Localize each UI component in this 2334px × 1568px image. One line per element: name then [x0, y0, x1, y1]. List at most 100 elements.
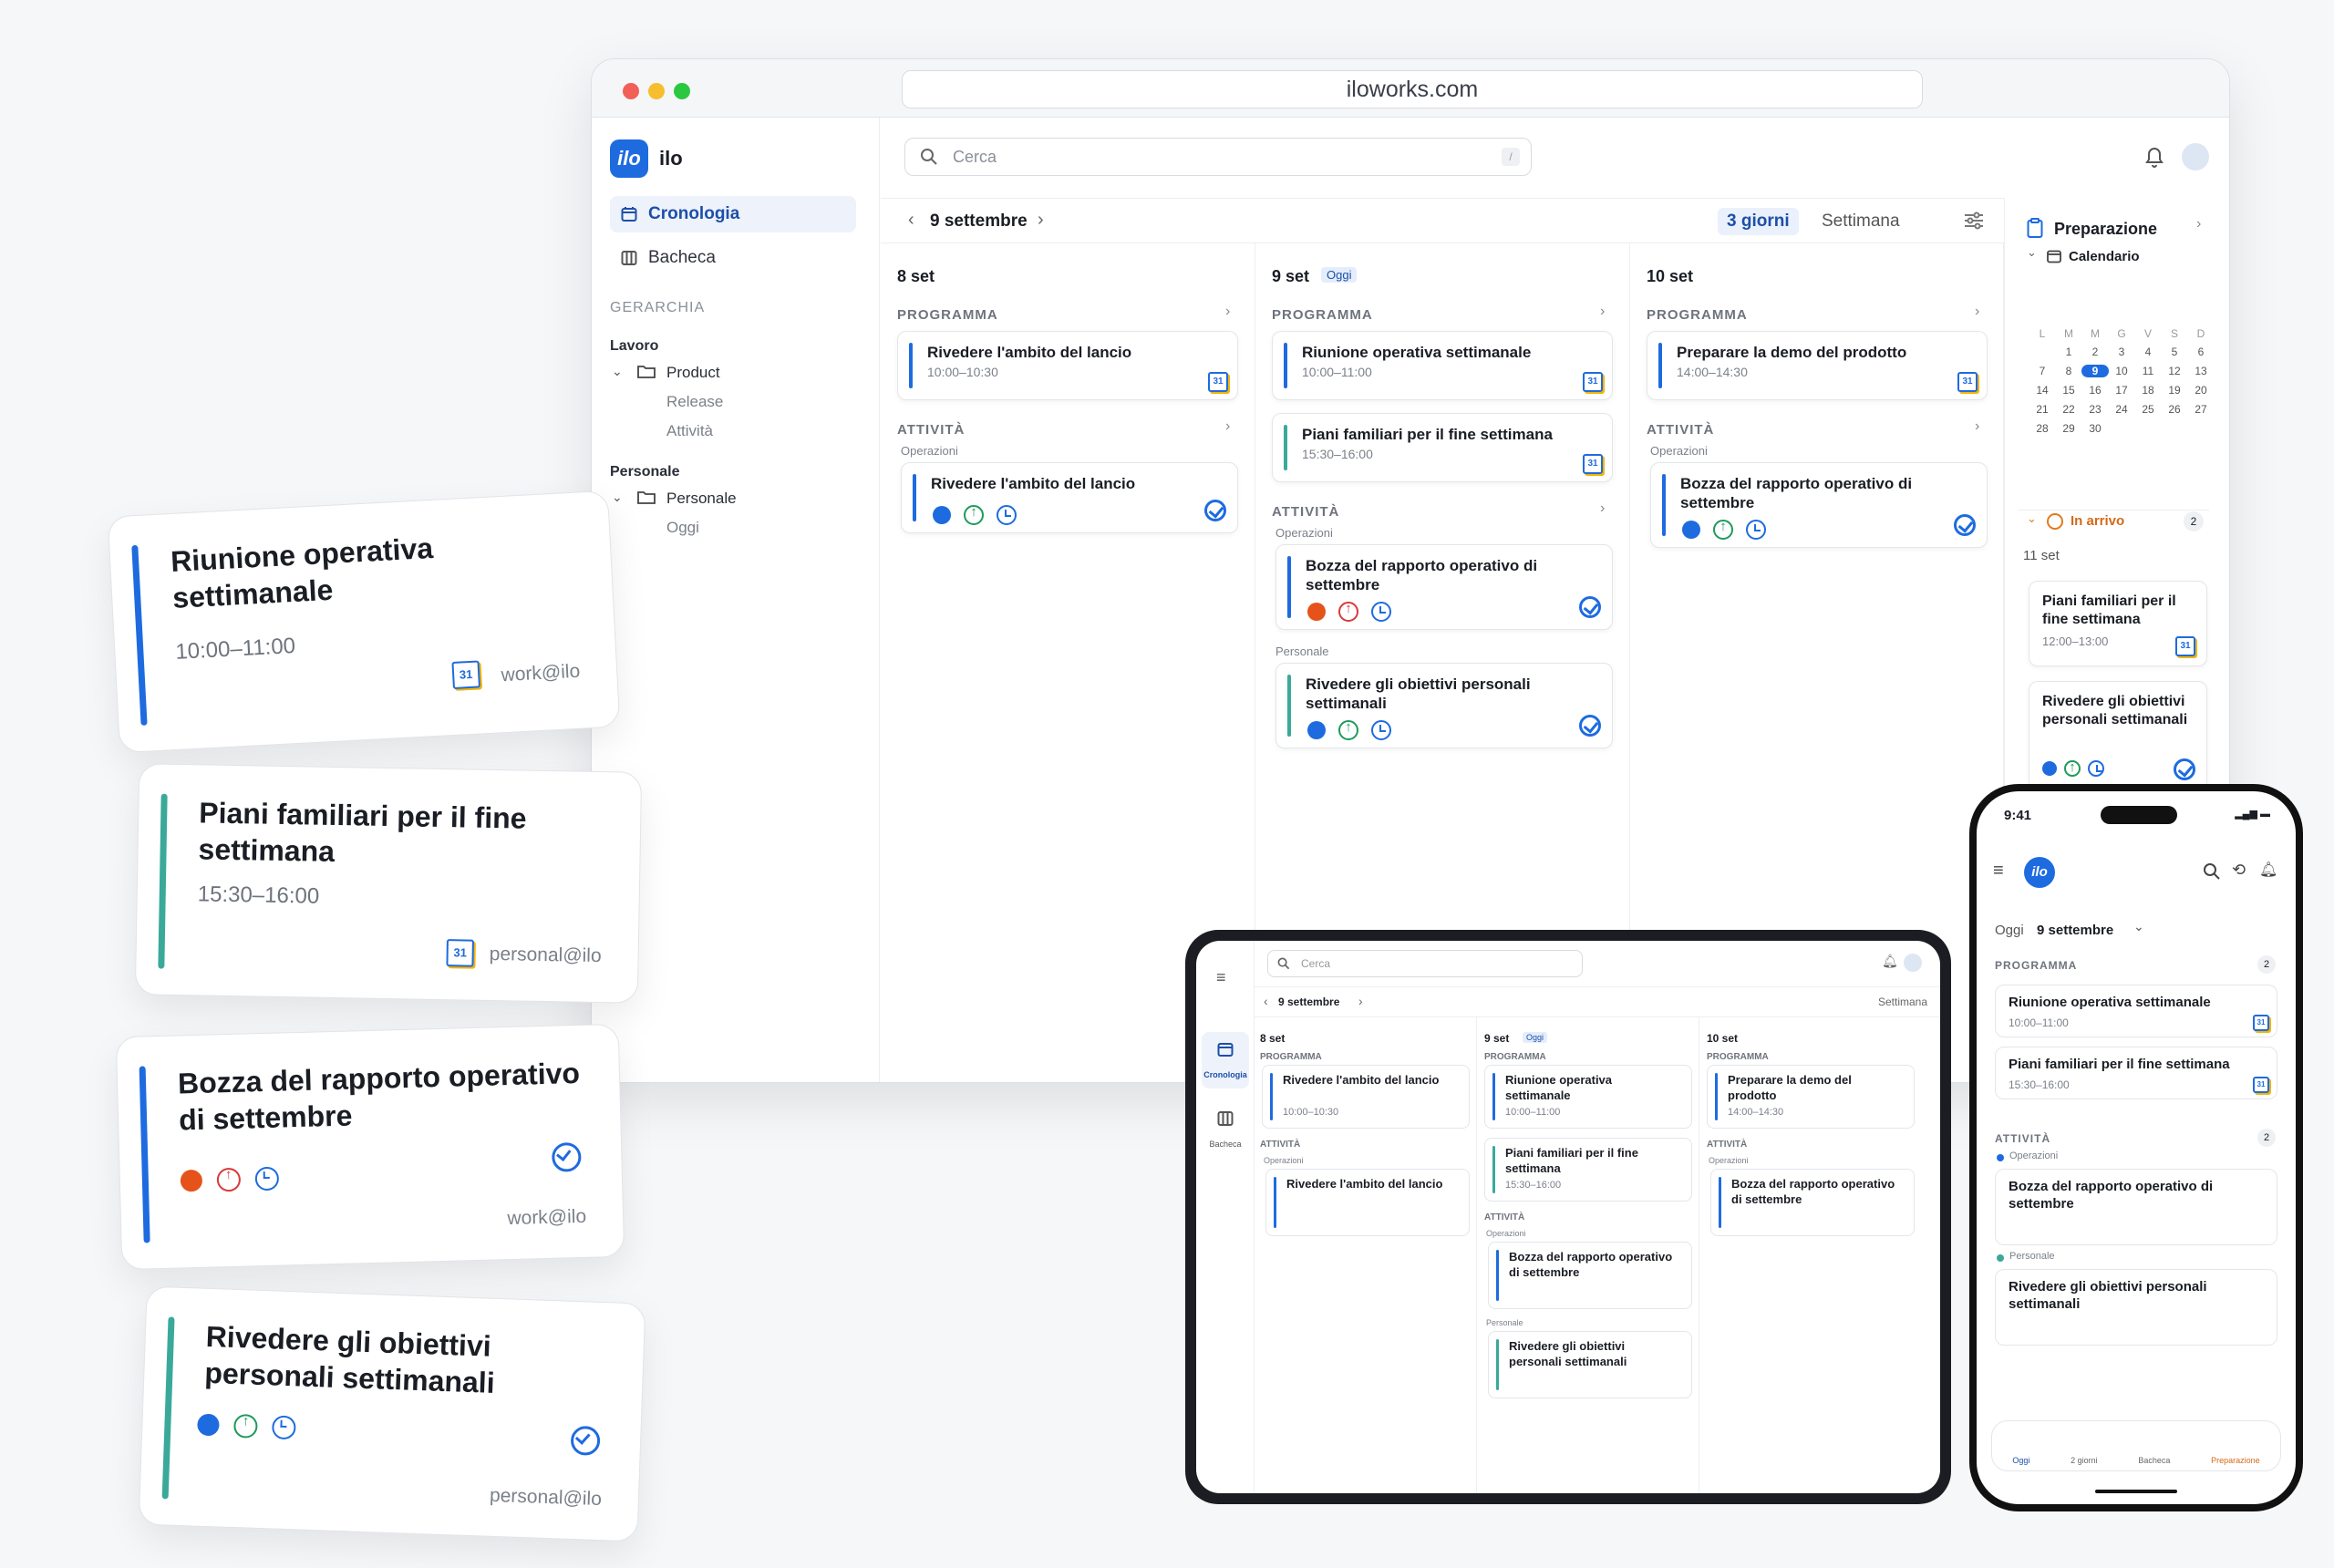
event-card[interactable]: Rivedere l'ambito del lancio 10:00–10:30 [1262, 1065, 1470, 1129]
chevron-right-icon[interactable]: › [1358, 994, 1363, 1008]
event-card[interactable]: Riunione operativa settimanale 10:00–11:… [1272, 331, 1613, 400]
calendar-day[interactable]: 10 [2108, 365, 2135, 377]
task-card[interactable]: Rivedere l'ambito del lancio [1265, 1169, 1470, 1236]
chevron-right-icon[interactable]: › [1225, 304, 1230, 320]
search-icon[interactable] [2203, 862, 2221, 881]
calendar-day[interactable]: 8 [2055, 365, 2082, 377]
priority-up-icon[interactable] [1338, 719, 1358, 740]
status-dot-icon[interactable] [1307, 603, 1326, 621]
address-bar[interactable]: iloworks.com [902, 70, 1923, 108]
calendar-day[interactable]: 27 [2187, 403, 2215, 416]
priority-up-icon[interactable] [232, 1413, 258, 1439]
calendar-day[interactable]: 20 [2187, 384, 2215, 397]
calendar-day[interactable]: 14 [2029, 384, 2056, 397]
bell-icon[interactable]: 🔔︎ [1882, 954, 1898, 969]
event-card[interactable]: Riunione operativa settimanale 10:00–11:0… [1484, 1065, 1692, 1129]
close-window-button[interactable] [623, 83, 639, 99]
calendar-day[interactable]: 9 [2081, 365, 2109, 377]
calendar-day[interactable]: 13 [2187, 365, 2215, 377]
clock-icon[interactable] [997, 505, 1017, 525]
menu-icon[interactable]: ≡ [1216, 968, 1226, 987]
current-date[interactable]: 9 settembre [2037, 923, 2113, 938]
event-card[interactable]: Piani familiari per il fine settimana 15… [1272, 413, 1613, 482]
chevron-right-icon[interactable]: › [1225, 418, 1230, 435]
priority-up-icon[interactable] [964, 504, 984, 525]
chevron-left-icon[interactable]: ‹ [908, 210, 914, 231]
chevron-right-icon[interactable]: › [1600, 500, 1605, 517]
event-card[interactable]: Rivedere l'ambito del lancio 10:00–10:30… [897, 331, 1238, 400]
task-card[interactable]: Rivedere gli obiettivi personali settima… [1275, 663, 1613, 748]
tablet-search-input[interactable]: Cerca [1267, 950, 1583, 977]
chevron-right-icon[interactable]: › [1975, 304, 1979, 320]
calendar-day[interactable]: 12 [2161, 365, 2188, 377]
calendar-day[interactable]: 4 [2134, 346, 2162, 358]
priority-up-icon[interactable] [216, 1167, 242, 1192]
chevron-down-icon[interactable]: ⌄ [612, 490, 623, 505]
calendar-day[interactable]: 28 [2029, 422, 2056, 435]
task-card[interactable]: Bozza del rapporto operativo di settembr… [1650, 462, 1988, 548]
task-card[interactable]: Bozza del rapporto operativo di settembr… [1275, 544, 1613, 630]
status-dot-icon[interactable] [1682, 521, 1700, 539]
calendar-day[interactable]: 25 [2134, 403, 2162, 416]
menu-icon[interactable]: ≡ [1993, 861, 2004, 882]
priority-up-icon[interactable] [1713, 519, 1733, 540]
calendar-day[interactable]: 1 [2055, 346, 2082, 358]
calendar-day[interactable]: 16 [2081, 384, 2109, 397]
clock-icon[interactable] [1746, 520, 1766, 540]
clock-icon[interactable] [1371, 602, 1391, 622]
task-card[interactable]: Bozza del rapporto operativo di settembr… [1710, 1169, 1915, 1236]
chevron-down-icon[interactable]: ⌄ [612, 364, 623, 379]
tablet-nav-bacheca[interactable]: Bacheca [1202, 1101, 1249, 1158]
tree-item[interactable]: Release [666, 393, 723, 411]
chevron-right-icon[interactable]: › [1600, 304, 1605, 320]
status-dot-icon[interactable] [180, 1169, 203, 1192]
calendar-day[interactable]: 29 [2055, 422, 2082, 435]
check-icon[interactable] [1579, 715, 1601, 737]
maximize-window-button[interactable] [674, 83, 690, 99]
bell-icon[interactable] [2143, 145, 2165, 169]
tab-oggi[interactable]: Oggi [2012, 1456, 2029, 1465]
calendar-day[interactable]: 22 [2055, 403, 2082, 416]
calendar-day[interactable]: 24 [2108, 403, 2135, 416]
tree-item[interactable]: Attività [666, 422, 713, 440]
clock-icon[interactable] [2088, 760, 2104, 777]
calendar-day[interactable]: 23 [2081, 403, 2109, 416]
floating-event-card[interactable]: Riunione operativa settimanale 10:00–11:… [107, 490, 621, 754]
check-icon[interactable] [1204, 500, 1226, 521]
chevron-down-icon[interactable]: ⌄ [2027, 511, 2037, 526]
chevron-down-icon[interactable]: ⌄ [2133, 919, 2144, 934]
calendar-day[interactable]: 19 [2161, 384, 2188, 397]
check-icon[interactable] [1579, 596, 1601, 618]
calendar-day[interactable]: 2 [2081, 346, 2109, 358]
task-card[interactable]: Bozza del rapporto operativo di settembr… [1488, 1242, 1692, 1309]
event-card[interactable]: Riunione operativa settimanale 10:00–11:0… [1995, 985, 2277, 1037]
check-icon[interactable] [570, 1425, 601, 1456]
tree-item[interactable]: Oggi [666, 519, 699, 537]
calendar-day[interactable]: 21 [2029, 403, 2056, 416]
view-week-tab[interactable]: Settimana [1822, 211, 1900, 232]
clock-icon[interactable] [271, 1415, 296, 1440]
calendar-day[interactable]: 26 [2161, 403, 2188, 416]
status-dot-icon[interactable] [197, 1413, 220, 1437]
upcoming-card[interactable]: Rivedere gli obiettivi personali settima… [2029, 681, 2207, 792]
minimize-window-button[interactable] [648, 83, 665, 99]
tree-folder[interactable]: Product [666, 364, 720, 382]
calendar-day[interactable]: 18 [2134, 384, 2162, 397]
priority-up-icon[interactable] [1338, 601, 1358, 622]
event-card[interactable]: Preparare la demo del prodotto 14:00–14:3… [1707, 1065, 1915, 1129]
sidebar-item-bacheca[interactable]: Bacheca [610, 240, 856, 276]
chevron-right-icon[interactable]: › [2196, 216, 2201, 232]
status-dot-icon[interactable] [2042, 761, 2057, 776]
event-card[interactable]: Piani familiari per il fine settimana 15:… [1484, 1138, 1692, 1202]
calendar-day[interactable]: 5 [2161, 346, 2188, 358]
check-icon[interactable] [1954, 514, 1976, 536]
clock-icon[interactable] [1371, 720, 1391, 740]
calendar-day[interactable]: 30 [2081, 422, 2109, 435]
calendar-day[interactable]: 3 [2108, 346, 2135, 358]
event-card[interactable]: Preparare la demo del prodotto 14:00–14:… [1647, 331, 1988, 400]
task-card[interactable]: Rivedere l'ambito del lancio [901, 462, 1238, 533]
task-card[interactable]: Rivedere gli obiettivi personali settima… [1488, 1331, 1692, 1398]
tab-preparazione[interactable]: Preparazione [2211, 1456, 2260, 1465]
floating-task-card[interactable]: Rivedere gli obiettivi personali settima… [138, 1285, 646, 1542]
avatar[interactable] [2182, 143, 2209, 170]
